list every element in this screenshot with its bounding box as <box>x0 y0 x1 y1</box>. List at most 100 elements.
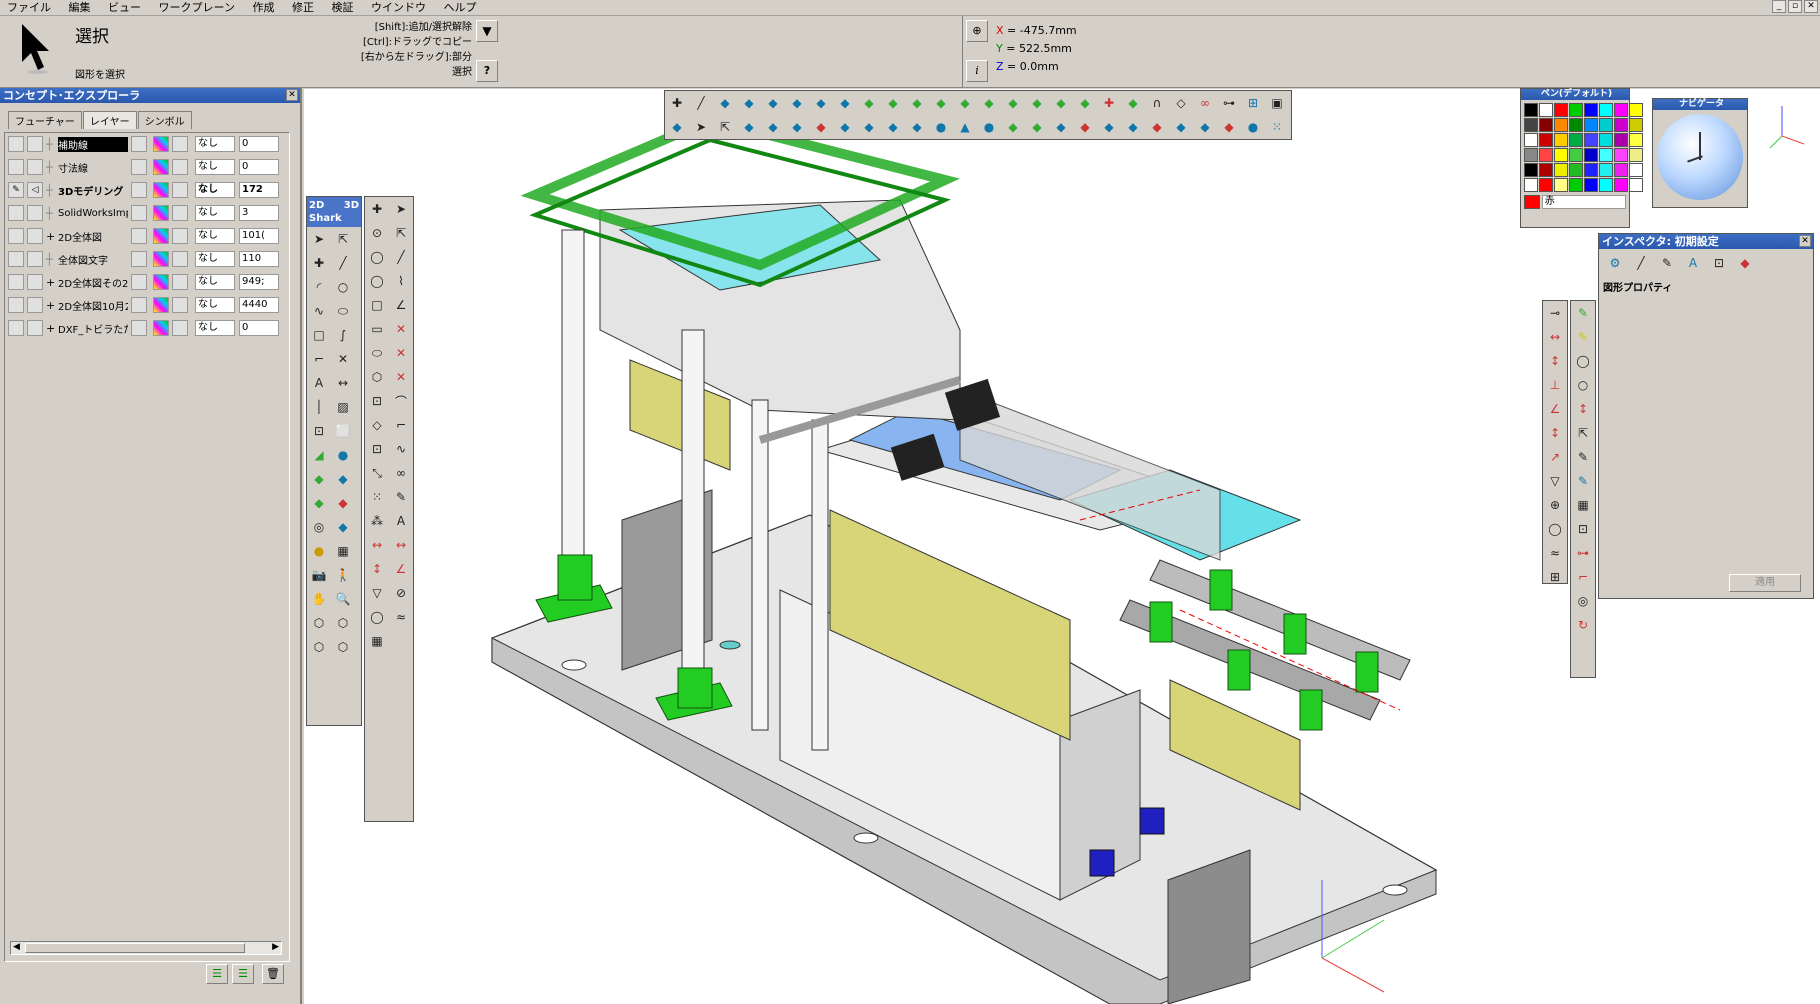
point2-icon[interactable]: ✚ <box>366 198 388 220</box>
dim-radius2-icon[interactable]: ▽ <box>1544 470 1566 492</box>
offset-icon[interactable]: ◆ <box>786 116 808 138</box>
close-icon[interactable]: ✕ <box>286 89 298 101</box>
curve-tool-icon[interactable]: ∫ <box>332 324 354 346</box>
dim-box-icon[interactable]: ⊞ <box>1544 566 1566 588</box>
dim-dia-icon[interactable]: ⊘ <box>390 582 412 604</box>
hatch-tool-icon[interactable]: ▨ <box>332 396 354 418</box>
fillet-icon[interactable]: ◆ <box>930 92 952 114</box>
line-icon[interactable]: ╱ <box>690 92 712 114</box>
loft-icon[interactable]: ◆ <box>882 92 904 114</box>
font-icon[interactable]: A <box>1682 252 1704 274</box>
grid-dots-icon[interactable]: ⁙ <box>1266 116 1288 138</box>
intersect-icon[interactable]: ◆ <box>1074 92 1096 114</box>
view-iso-icon[interactable]: ⬡ <box>308 612 330 634</box>
tube-icon[interactable]: ◆ <box>666 116 688 138</box>
circle4-icon[interactable]: ◯ <box>366 270 388 292</box>
camera-tool-icon[interactable]: 📷 <box>308 564 330 586</box>
slot-icon[interactable]: ⬭ <box>366 342 388 364</box>
dim-h2-icon[interactable]: ↔ <box>390 534 412 556</box>
scroll-left-icon[interactable]: ◀ <box>13 942 20 952</box>
boolean-tool-icon[interactable]: ◆ <box>308 492 330 514</box>
gear-icon[interactable]: ⚙ <box>1604 252 1626 274</box>
trash-icon[interactable]: 🗑 <box>262 964 284 984</box>
prism-icon[interactable]: ◆ <box>1050 116 1072 138</box>
close-button[interactable]: ✕ <box>1804 0 1818 13</box>
menu-view[interactable]: ビュー <box>101 0 148 15</box>
layer-row[interactable]: ┼ SolidWorksImp なし 3 <box>8 203 286 223</box>
blend-icon[interactable]: ◆ <box>1074 116 1096 138</box>
dim-vert-icon[interactable]: ↕ <box>1544 350 1566 372</box>
cone-icon[interactable]: ▲ <box>954 116 976 138</box>
select-icon[interactable]: ➤ <box>690 116 712 138</box>
circle3-icon[interactable]: ◯ <box>366 246 388 268</box>
spline-tool-icon[interactable]: ∿ <box>308 300 330 322</box>
current-color-name[interactable]: 赤 <box>1541 195 1626 209</box>
color-grid[interactable] <box>1521 100 1643 195</box>
lock-toggle[interactable] <box>27 136 43 152</box>
offset-tool-icon[interactable]: ⊡ <box>308 420 330 442</box>
dim-chain-icon[interactable]: ↕ <box>1544 422 1566 444</box>
dim-center-icon[interactable]: ⊕ <box>1544 494 1566 516</box>
restore-button[interactable]: ▫ <box>1788 0 1802 13</box>
visibility-toggle[interactable] <box>8 136 24 152</box>
dimension-tool-icon[interactable]: ↔ <box>332 372 354 394</box>
move-icon[interactable]: ✚ <box>1098 92 1120 114</box>
lathe-tool-icon[interactable]: ◆ <box>308 468 330 490</box>
scatter-icon[interactable]: ⁂ <box>366 510 388 532</box>
horizontal-scrollbar[interactable]: ◀ ▶ <box>10 941 282 955</box>
shapes-icon[interactable]: ◆ <box>1734 252 1756 274</box>
select3-icon[interactable]: ⇱ <box>390 222 412 244</box>
apply-button[interactable]: 適用 <box>1729 574 1801 592</box>
dim-horiz-icon[interactable]: ↔ <box>1544 326 1566 348</box>
rounded-rect-icon[interactable]: ⬜ <box>332 420 354 442</box>
menu-help[interactable]: ヘルプ <box>436 0 483 15</box>
thread-icon[interactable]: ◆ <box>858 116 880 138</box>
sphere-icon[interactable]: ● <box>978 116 1000 138</box>
pattern-icon[interactable]: ◆ <box>810 116 832 138</box>
pipette-icon[interactable]: ✎ <box>1572 446 1594 468</box>
cube-icon[interactable]: ◆ <box>738 92 760 114</box>
material-icon[interactable]: ◆ <box>1218 116 1240 138</box>
revolve-icon[interactable]: ◆ <box>810 92 832 114</box>
tab-feature[interactable]: フューチャー <box>8 111 82 129</box>
menu-modify[interactable]: 修正 <box>285 0 321 15</box>
fillet2-icon[interactable]: ⌒ <box>390 390 412 412</box>
expand-icon[interactable]: + <box>46 276 58 289</box>
solid-icon[interactable]: ◆ <box>786 92 808 114</box>
cross2-icon[interactable]: ✕ <box>390 342 412 364</box>
menu-create[interactable]: 作成 <box>245 0 281 15</box>
subselect-icon[interactable]: ⇱ <box>332 228 354 250</box>
dim-circle-icon[interactable]: ◯ <box>366 606 388 628</box>
subtract-icon[interactable]: ◆ <box>1050 92 1072 114</box>
layer-row[interactable]: + 2D全体図その2 なし 949; <box>8 272 286 292</box>
connect2-icon[interactable]: ⊶ <box>1572 542 1594 564</box>
draft-icon[interactable]: ◆ <box>978 92 1000 114</box>
light-tool-icon[interactable]: ● <box>308 540 330 562</box>
lens-icon[interactable]: ● <box>1242 116 1264 138</box>
magnet-icon[interactable]: ∩ <box>1146 92 1168 114</box>
scale2-icon[interactable]: ⊡ <box>366 438 388 460</box>
centerline-icon[interactable]: ≈ <box>390 606 412 628</box>
bend-icon[interactable]: ⌐ <box>390 414 412 436</box>
cross-icon[interactable]: ✕ <box>390 318 412 340</box>
round-rect2-icon[interactable]: ▭ <box>366 318 388 340</box>
wire-icon[interactable]: ◇ <box>1170 92 1192 114</box>
sweep-icon[interactable]: ◆ <box>834 92 856 114</box>
torus-icon[interactable]: ◆ <box>1002 116 1024 138</box>
dim-base-icon[interactable]: ⊥ <box>1544 374 1566 396</box>
dim-angle2-icon[interactable]: ∠ <box>1544 398 1566 420</box>
help-icon[interactable]: ? <box>476 60 498 82</box>
shell-icon[interactable]: ◆ <box>906 92 928 114</box>
extrude-icon[interactable]: ◆ <box>762 92 784 114</box>
blend-tool-icon[interactable]: ◆ <box>332 492 354 514</box>
mirror-icon[interactable]: ◆ <box>1098 116 1120 138</box>
union-icon[interactable]: ◆ <box>1026 92 1048 114</box>
tab-symbol[interactable]: シンボル <box>137 111 192 129</box>
dim-radius-icon[interactable]: ▽ <box>366 582 388 604</box>
layer-row[interactable]: ┼ 全体図文字 なし 110 <box>8 249 286 269</box>
solid-tool-icon[interactable]: ◆ <box>332 468 354 490</box>
array-icon[interactable]: ◆ <box>1122 116 1144 138</box>
pencil-icon[interactable]: ✎ <box>8 182 24 198</box>
pencil-tool-icon[interactable]: ✎ <box>1572 302 1594 324</box>
refresh-icon[interactable]: ↻ <box>1572 614 1594 636</box>
